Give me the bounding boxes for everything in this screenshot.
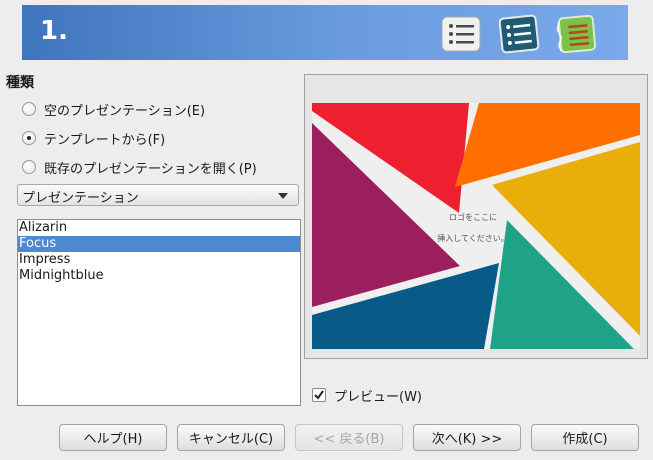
cancel-button[interactable]: キャンセル(C) [177,424,285,451]
logo-placeholder-line1: ロゴをここに [449,212,497,222]
preview-checkbox-label: プレビュー(W) [334,389,422,405]
list-item[interactable]: Focus [18,236,300,252]
template-preview: ロゴをここに 挿入してください。 [304,74,648,359]
checkmark-icon [314,390,324,400]
template-category-dropdown[interactable]: プレゼンテーション [17,184,299,206]
preview-toggle[interactable]: プレビュー(W) [312,386,422,405]
step-number: 1. [40,16,68,46]
radio-label: 既存のプレゼンテーションを開く(P) [44,161,257,177]
radio-label: テンプレートから(F) [44,132,166,148]
list-item[interactable]: Midnightblue [18,268,300,284]
next-button[interactable]: 次へ(K) >> [413,424,521,451]
type-section-title: 種類 [6,75,34,91]
back-button[interactable]: << 戻る(B) [295,424,403,451]
focus-template-preview-image: ロゴをここに 挿入してください。 [312,103,640,349]
radio-label: 空のプレゼンテーション(E) [44,103,206,119]
chevron-down-icon[interactable] [278,193,288,199]
radio-from-template[interactable]: テンプレートから(F) [22,128,165,148]
dropdown-value: プレゼンテーション [22,191,139,206]
radio-empty-presentation[interactable]: 空のプレゼンテーション(E) [22,99,205,119]
notes-icon [556,14,597,54]
radio-open-existing[interactable]: 既存のプレゼンテーションを開く(P) [22,157,257,177]
radio-button[interactable] [22,160,36,174]
list-item[interactable]: Impress [18,252,300,268]
radio-button[interactable] [22,102,36,116]
create-button[interactable]: 作成(C) [531,424,639,451]
list-outline-icon [498,14,540,54]
wizard-header-banner: 1. [22,5,628,60]
help-button[interactable]: ヘルプ(H) [59,424,167,451]
logo-placeholder-line2: 挿入してください。 [437,233,509,243]
radio-button[interactable] [22,131,36,145]
template-list[interactable]: Alizarin Focus Impress Midnightblue [17,219,301,406]
list-item[interactable]: Alizarin [18,220,300,236]
list-layout-icon [441,16,481,52]
preview-checkbox[interactable] [312,388,326,402]
